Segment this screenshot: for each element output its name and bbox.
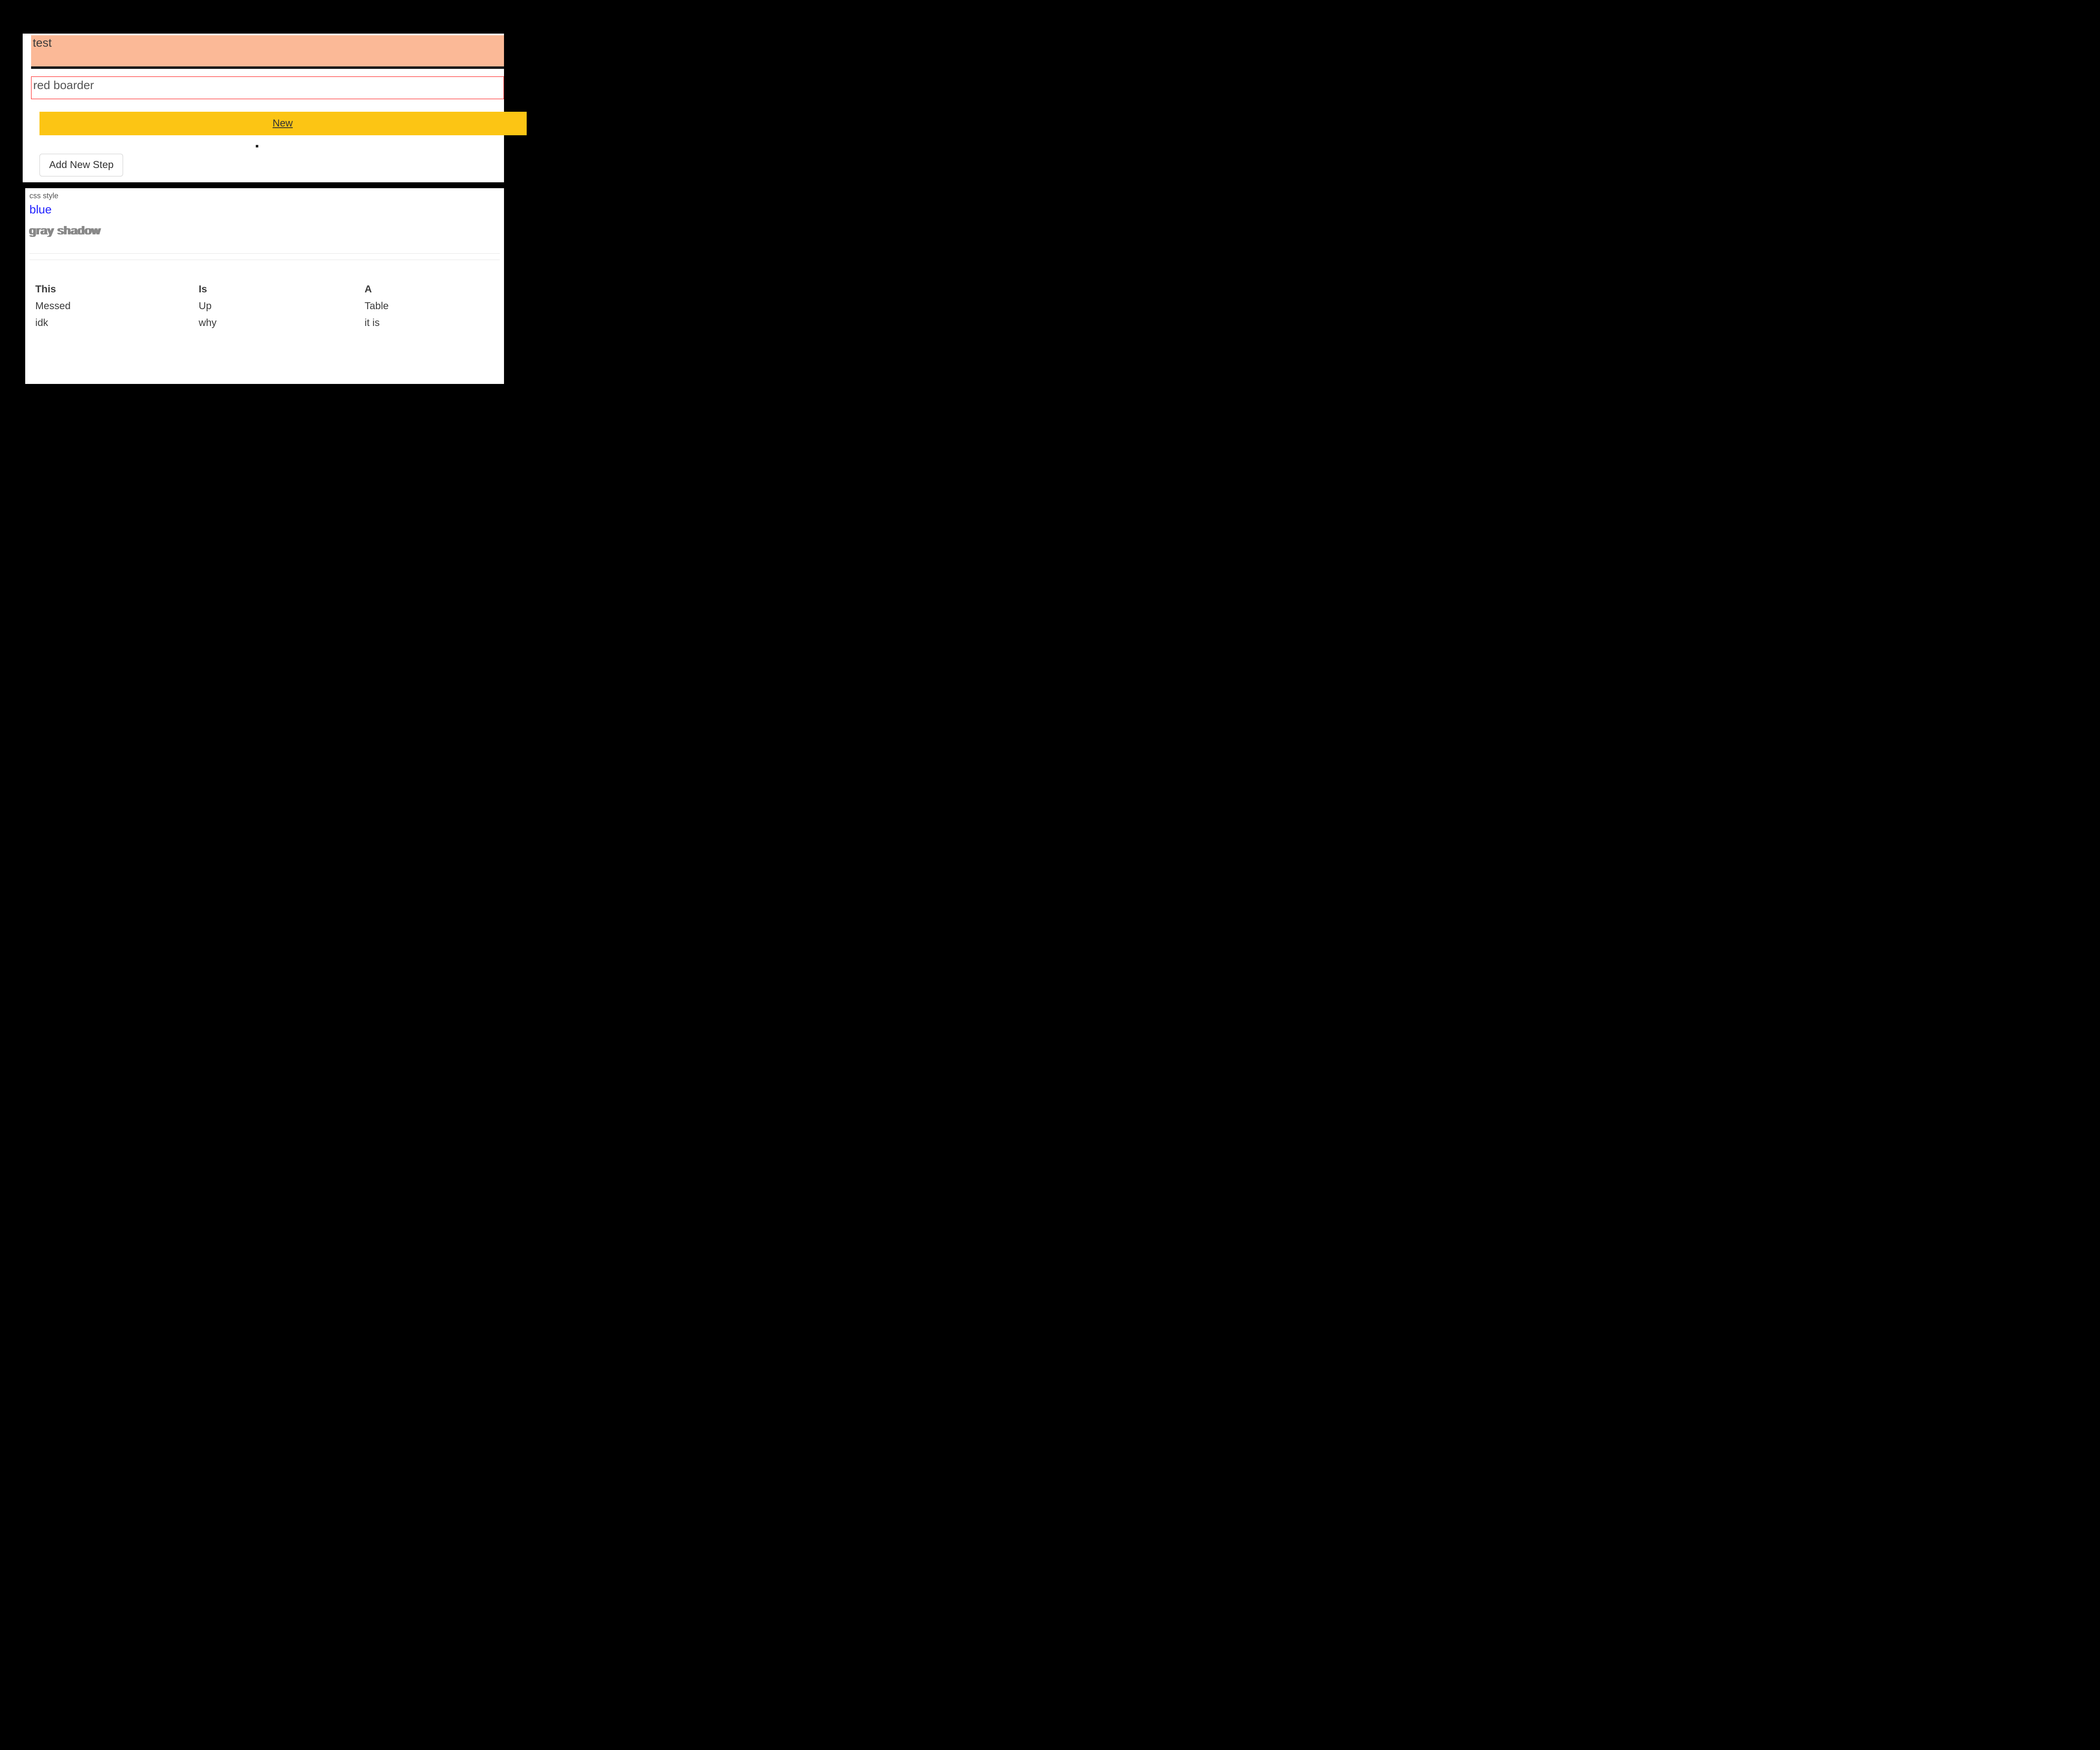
red-border-input[interactable]: red boarder — [31, 76, 504, 99]
table-cell: Table — [361, 298, 500, 315]
table-header: Is — [195, 281, 361, 298]
table-row: idk why it is — [29, 315, 500, 331]
dot-icon — [256, 145, 258, 147]
bottom-panel: css style blue gray shadow This Is A Mes… — [25, 188, 504, 384]
divider — [29, 253, 500, 254]
yellow-bar: New — [39, 112, 527, 135]
blue-text: blue — [29, 203, 500, 216]
table-cell: idk — [29, 315, 195, 331]
css-style-label: css style — [29, 192, 500, 200]
new-link[interactable]: New — [273, 118, 293, 129]
test-input[interactable]: test — [31, 35, 504, 69]
table-cell: Up — [195, 298, 361, 315]
table-row: Messed Up Table — [29, 298, 500, 315]
table-header: A — [361, 281, 500, 298]
table-cell: Messed — [29, 298, 195, 315]
table-cell: why — [195, 315, 361, 331]
demo-table: This Is A Messed Up Table idk why it is — [29, 281, 500, 331]
table-header: This — [29, 281, 195, 298]
add-new-step-button[interactable]: Add New Step — [39, 154, 123, 176]
table-header-row: This Is A — [29, 281, 500, 298]
gray-shadow-text: gray shadow — [29, 224, 500, 237]
top-panel: test red boarder New Add New Step — [23, 34, 504, 182]
table-cell: it is — [361, 315, 500, 331]
